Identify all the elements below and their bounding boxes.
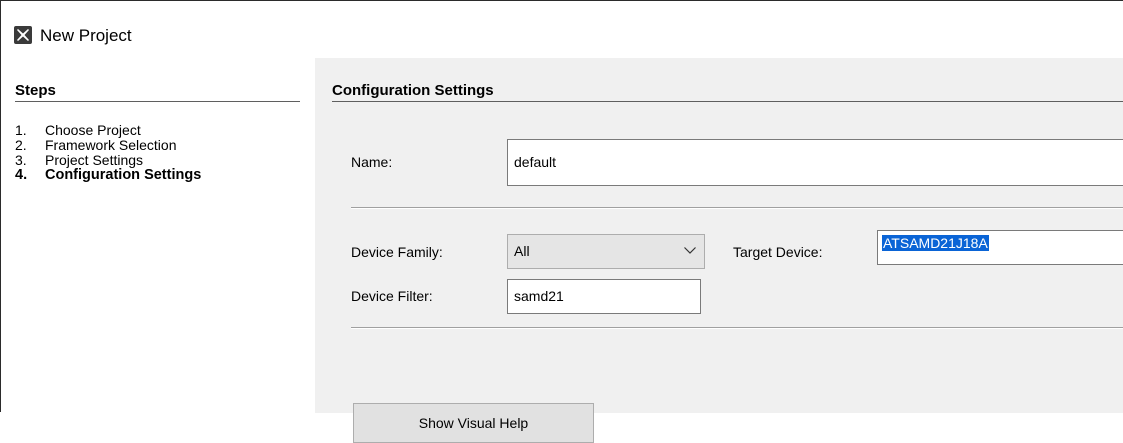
device-family-dropdown[interactable]: All bbox=[507, 234, 705, 269]
step-item-framework-selection: 2. Framework Selection bbox=[15, 137, 201, 153]
name-field[interactable]: default bbox=[507, 139, 1123, 186]
separator bbox=[351, 207, 1123, 209]
device-filter-field[interactable]: samd21 bbox=[507, 279, 701, 314]
step-number: 1. bbox=[15, 122, 27, 138]
chevron-down-icon bbox=[684, 247, 696, 254]
step-item-choose-project: 1. Choose Project bbox=[15, 122, 201, 138]
steps-panel: Steps 1. Choose Project 2. Framework Selec… bbox=[2, 58, 315, 413]
step-label: Choose Project bbox=[45, 122, 141, 138]
device-filter-value: samd21 bbox=[514, 288, 564, 304]
target-device-value: ATSAMD21J18A bbox=[882, 235, 989, 251]
steps-divider bbox=[15, 101, 300, 102]
step-label: Project Settings bbox=[45, 152, 144, 168]
step-number: 3. bbox=[15, 152, 27, 168]
steps-list: 1. Choose Project 2. Framework Selection 3… bbox=[15, 122, 202, 183]
show-visual-help-button[interactable]: Show Visual Help bbox=[353, 403, 594, 443]
device-filter-label: Device Filter: bbox=[351, 288, 433, 304]
step-label: Configuration Settings bbox=[45, 167, 202, 183]
configuration-panel: Configuration Settings Name: default Dev… bbox=[315, 58, 1123, 443]
section-heading: Configuration Settings bbox=[332, 82, 494, 99]
name-label: Name: bbox=[351, 154, 393, 170]
device-family-value: All bbox=[514, 243, 530, 259]
step-number: 2. bbox=[15, 137, 27, 153]
step-item-project-settings: 3. Project Settings bbox=[15, 152, 201, 168]
step-number: 4. bbox=[15, 167, 28, 183]
app-logo-icon bbox=[14, 26, 32, 44]
title-bar: New Project bbox=[2, 2, 1123, 58]
target-device-label: Target Device: bbox=[733, 244, 823, 260]
new-project-dialog: New Project Steps 1. Choose Project 2. Fra… bbox=[0, 0, 1123, 443]
step-item-configuration-settings: 4. Configuration Settings bbox=[15, 167, 202, 183]
window-title: New Project bbox=[40, 26, 132, 45]
device-family-label: Device Family: bbox=[351, 244, 443, 260]
section-divider bbox=[332, 101, 1123, 102]
steps-heading: Steps bbox=[15, 82, 56, 99]
name-value: default bbox=[514, 154, 557, 170]
target-device-field[interactable]: ATSAMD21J18A bbox=[877, 230, 1123, 265]
separator bbox=[351, 327, 1123, 329]
step-label: Framework Selection bbox=[45, 137, 177, 153]
